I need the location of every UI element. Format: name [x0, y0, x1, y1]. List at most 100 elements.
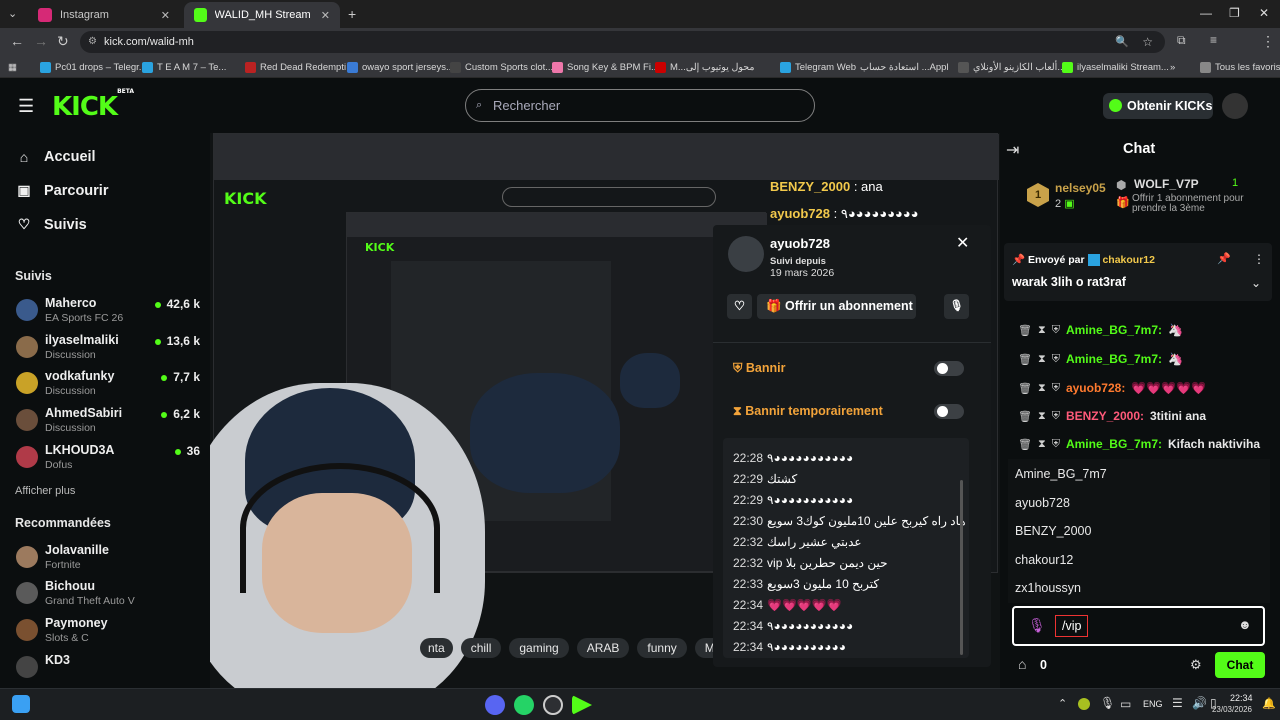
suggestion-item[interactable]: ayuob728: [1015, 496, 1070, 510]
extensions-icon[interactable]: ⧉: [1177, 33, 1186, 48]
close-icon[interactable]: ✕: [956, 233, 969, 253]
url-input[interactable]: ⚙ kick.com/walid-mh 🔍 ☆: [80, 31, 1165, 53]
bookmark-item[interactable]: Red Dead Redempti...: [245, 59, 354, 75]
collapse-chat-icon[interactable]: ⇥: [1006, 140, 1019, 160]
suggestion-item[interactable]: chakour12: [1015, 553, 1073, 567]
user-avatar[interactable]: [1222, 93, 1248, 119]
location-icon[interactable]: 🎙: [1100, 696, 1115, 710]
follow-button[interactable]: ♡: [727, 294, 752, 319]
bookmark-item[interactable]: Custom Sports clot...: [450, 59, 553, 75]
top-gifter-name[interactable]: nelsey05: [1055, 181, 1106, 195]
show-more-link[interactable]: Afficher plus: [15, 485, 75, 497]
recommended-channel[interactable]: Jolavanille Fortnite: [16, 542, 204, 576]
timeout-toggle[interactable]: [934, 404, 964, 419]
kick-logo[interactable]: KICKBETA: [52, 88, 134, 122]
suggestion-item[interactable]: zx1houssyn: [1015, 581, 1081, 595]
unpin-icon[interactable]: 📌: [1217, 252, 1231, 265]
delete-icon[interactable]: 🗑: [1018, 382, 1032, 395]
chat-message[interactable]: 🗑 ⧗ ⛨ BENZY_2000: 3titini ana: [1018, 409, 1206, 423]
recommended-channel[interactable]: KD3: [16, 652, 204, 686]
timeout-icon[interactable]: ⧗: [1038, 438, 1046, 451]
tag[interactable]: ARAB: [576, 638, 630, 658]
delete-icon[interactable]: 🗑: [1018, 438, 1032, 451]
bookmark-item[interactable]: T E A M 7 – Te...: [142, 59, 226, 75]
bookmark-item[interactable]: Pc01 drops – Telegr...: [40, 59, 147, 75]
timeout-icon[interactable]: ⧗: [1038, 353, 1046, 366]
chat-message[interactable]: 🗑 ⧗ ⛨ Amine_BG_7m7: 🦄: [1018, 323, 1183, 337]
new-tab-icon[interactable]: +: [348, 6, 356, 22]
bookmark-item[interactable]: Song Key & BPM Fi...: [552, 59, 659, 75]
bookmark-item[interactable]: M...محول يوتيوب إلى: [655, 59, 755, 75]
suggestion-item[interactable]: Amine_BG_7m7: [1015, 467, 1107, 481]
kick-app-icon[interactable]: [572, 695, 592, 715]
forward-icon[interactable]: →: [34, 33, 48, 49]
nav-home[interactable]: ⌂ Accueil: [16, 149, 96, 165]
clock-time[interactable]: 22:34: [1230, 693, 1253, 703]
get-kicks-button[interactable]: Obtenir KICKs: [1103, 93, 1213, 119]
site-info-icon[interactable]: ⚙: [88, 31, 97, 53]
bookmark-item[interactable]: Telegram Web: [780, 59, 856, 75]
followed-channel[interactable]: ilyaselmaliki Discussion 13,6 k: [16, 332, 204, 366]
recommended-channel[interactable]: Paymoney Slots & C: [16, 615, 204, 649]
windows-start-icon[interactable]: [12, 695, 30, 713]
ban-icon[interactable]: ⛨: [1052, 324, 1060, 337]
timeout-icon[interactable]: ⧗: [1038, 382, 1046, 395]
store-icon[interactable]: ⌂: [1018, 656, 1026, 672]
ban-toggle[interactable]: [934, 361, 964, 376]
chat-message[interactable]: 🗑 ⧗ ⛨ Amine_BG_7m7: 🦄: [1018, 352, 1183, 366]
tag[interactable]: nta: [420, 638, 453, 658]
nav-following[interactable]: ♡ Suivis: [16, 216, 87, 233]
tray-chevron-icon[interactable]: ⌃: [1058, 697, 1067, 710]
top-gifter-name[interactable]: WOLF_V7P: [1134, 177, 1199, 191]
tab-instagram[interactable]: Instagram ✕: [28, 2, 180, 28]
delete-icon[interactable]: 🗑: [1018, 353, 1032, 366]
followed-channel[interactable]: vodkafunky Discussion 7,7 k: [16, 368, 204, 402]
followed-channel[interactable]: AhmedSabiri Discussion 6,2 k: [16, 405, 204, 439]
search-input[interactable]: ⌕ Rechercher: [465, 89, 815, 122]
ban-icon[interactable]: ⛨: [1052, 353, 1060, 366]
bookmark-item[interactable]: ilyaselmaliki Stream...: [1062, 59, 1169, 75]
mute-button[interactable]: 🎙: [944, 294, 969, 319]
bookmark-star-icon[interactable]: ☆: [1142, 31, 1153, 53]
chat-message[interactable]: 🗑 ⧗ ⛨ Amine_BG_7m7: Kifach naktiviha: [1018, 437, 1260, 451]
gift-sub-button[interactable]: 🎁 Offrir un abonnement: [757, 294, 916, 319]
delete-icon[interactable]: 🗑: [1018, 324, 1032, 337]
followed-channel[interactable]: Maherco EA Sports FC 26 42,6 k: [16, 295, 204, 329]
close-window-icon[interactable]: ✕: [1259, 6, 1269, 20]
whatsapp-icon[interactable]: [514, 695, 534, 715]
bookmark-item[interactable]: استعادة حساب ...Appl: [860, 59, 949, 75]
bookmark-item[interactable]: owayo sport jerseys...: [347, 59, 454, 75]
tag[interactable]: gaming: [509, 638, 569, 658]
settings-gear-icon[interactable]: ⚙: [1190, 657, 1202, 673]
chat-input[interactable]: 🎙 /vip ☻: [1012, 606, 1265, 646]
timeout-icon[interactable]: ⧗: [1038, 324, 1046, 337]
chat-message[interactable]: 🗑 ⧗ ⛨ ayuob728: 💗💗💗💗💗: [1018, 381, 1206, 395]
suggestion-item[interactable]: BENZY_2000: [1015, 524, 1091, 538]
tab-kick-stream[interactable]: WALID_MH Stream - Watch Live ✕: [184, 2, 340, 28]
nav-browse[interactable]: ▣ Parcourir: [16, 182, 108, 199]
ban-icon[interactable]: ⛨: [1052, 382, 1060, 395]
chrome-icon[interactable]: [543, 695, 563, 715]
mic-icon[interactable]: 🎙: [1028, 617, 1046, 634]
apps-icon[interactable]: ▦: [8, 59, 17, 75]
discord-icon[interactable]: [485, 695, 505, 715]
notifications-icon[interactable]: 🔔: [1262, 697, 1276, 710]
tab-list-icon[interactable]: ⌄: [8, 7, 17, 20]
close-tab-icon[interactable]: ✕: [321, 9, 330, 22]
volume-icon[interactable]: 🔊: [1192, 696, 1207, 710]
send-chat-button[interactable]: Chat: [1215, 652, 1265, 678]
media-icon[interactable]: ≡: [1210, 33, 1217, 47]
emoji-icon[interactable]: ☻: [1238, 617, 1252, 632]
recommended-channel[interactable]: Bichouu Grand Theft Auto V: [16, 578, 204, 612]
minimize-icon[interactable]: —: [1200, 6, 1212, 20]
bookmark-folder[interactable]: Tous les favoris: [1200, 59, 1280, 75]
reload-icon[interactable]: ↻: [57, 33, 69, 50]
ban-icon[interactable]: ⛨: [1052, 438, 1060, 451]
maximize-icon[interactable]: ❐: [1229, 6, 1240, 20]
history-scrollbar[interactable]: [960, 480, 963, 655]
tag[interactable]: chill: [460, 638, 502, 658]
close-tab-icon[interactable]: ✕: [161, 9, 170, 22]
more-options-icon[interactable]: ⋮: [1253, 252, 1265, 266]
followed-channel[interactable]: LKHOUD3A Dofus 36: [16, 442, 204, 476]
tray-icon[interactable]: ▭: [1120, 697, 1131, 711]
